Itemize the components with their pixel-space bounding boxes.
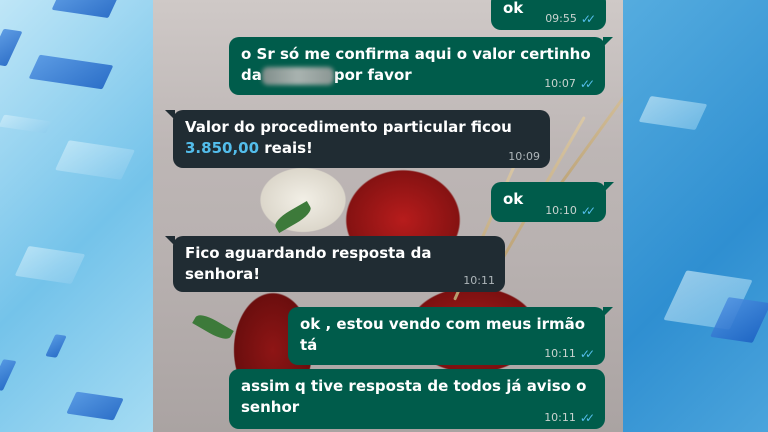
incoming-message-bubble[interactable]: Valor do procedimento particular ficou 3… — [165, 110, 550, 168]
message-meta: 10:10 ✓✓ — [545, 204, 596, 218]
chat-conversation-area[interactable]: ok 09:55 ✓✓ o Sr só me confirma aqui o v… — [153, 0, 623, 432]
message-time: 10:07 — [544, 77, 576, 90]
glass-shard-decoration — [0, 114, 52, 134]
glass-shard-decoration — [638, 95, 708, 131]
redacted-name-blur — [261, 66, 334, 85]
message-time: 10:11 — [544, 411, 576, 424]
message-time: 10:11 — [544, 347, 576, 360]
message-text-fragment: por favor — [333, 66, 412, 84]
glass-shard-decoration — [0, 359, 17, 391]
glass-shard-decoration — [66, 391, 124, 421]
left-background-panel — [0, 0, 160, 432]
message-text-line: Valor do procedimento particular ficou — [185, 118, 512, 136]
message-time: 10:09 — [508, 150, 540, 163]
message-meta: 10:11 ✓✓ — [544, 347, 595, 361]
message-meta: 10:09 — [508, 150, 540, 164]
glass-shard-decoration — [14, 245, 86, 285]
glass-shard-decoration — [55, 140, 135, 180]
message-text-fragment: da — [241, 66, 262, 84]
double-check-read-icon: ✓✓ — [579, 347, 595, 361]
wallpaper-leaf — [192, 310, 234, 344]
message-meta: 10:11 — [463, 274, 495, 288]
outgoing-message-bubble[interactable]: assim q tive resposta de todos já aviso … — [229, 369, 605, 429]
message-time: 10:10 — [545, 204, 577, 217]
glass-shard-decoration — [45, 334, 67, 358]
double-check-read-icon: ✓✓ — [579, 411, 595, 425]
outgoing-message-bubble[interactable]: ok , estou vendo com meus irmão tá 10:11… — [288, 307, 613, 365]
double-check-read-icon: ✓✓ — [580, 12, 596, 26]
price-value: 3.850,00 — [185, 139, 260, 157]
message-meta: 10:07 ✓✓ — [544, 77, 595, 91]
glass-shard-decoration — [51, 0, 119, 19]
outgoing-message-bubble[interactable]: ok 09:55 ✓✓ — [491, 0, 606, 30]
message-time: 10:11 — [463, 274, 495, 287]
message-text: ok — [503, 0, 524, 17]
message-meta: 09:55 ✓✓ — [545, 12, 596, 26]
outgoing-message-bubble[interactable]: o Sr só me confirma aqui o valor certinh… — [229, 37, 613, 95]
right-background-panel — [623, 0, 768, 432]
outgoing-message-bubble[interactable]: ok 10:10 ✓✓ — [491, 182, 614, 222]
message-text: Fico aguardando resposta da senhora! — [185, 244, 432, 283]
incoming-message-bubble[interactable]: Fico aguardando resposta da senhora! 10:… — [165, 236, 505, 292]
message-meta: 10:11 ✓✓ — [544, 411, 595, 425]
message-text-line: assim q tive resposta de todos já aviso … — [241, 377, 587, 395]
message-text: ok — [503, 190, 524, 208]
double-check-read-icon: ✓✓ — [580, 204, 596, 218]
message-time: 09:55 — [545, 12, 577, 25]
glass-shard-decoration — [28, 54, 114, 90]
message-text-line: o Sr só me confirma aqui o valor certinh… — [241, 45, 591, 63]
message-text-fragment: reais! — [259, 139, 313, 157]
glass-shard-decoration — [0, 28, 23, 67]
message-text-line: da por favor — [241, 65, 593, 86]
wallpaper-leaf — [272, 200, 314, 234]
message-text-line: 3.850,00 reais! — [185, 138, 538, 159]
message-text-line: senhor — [241, 398, 300, 416]
double-check-read-icon: ✓✓ — [579, 77, 595, 91]
